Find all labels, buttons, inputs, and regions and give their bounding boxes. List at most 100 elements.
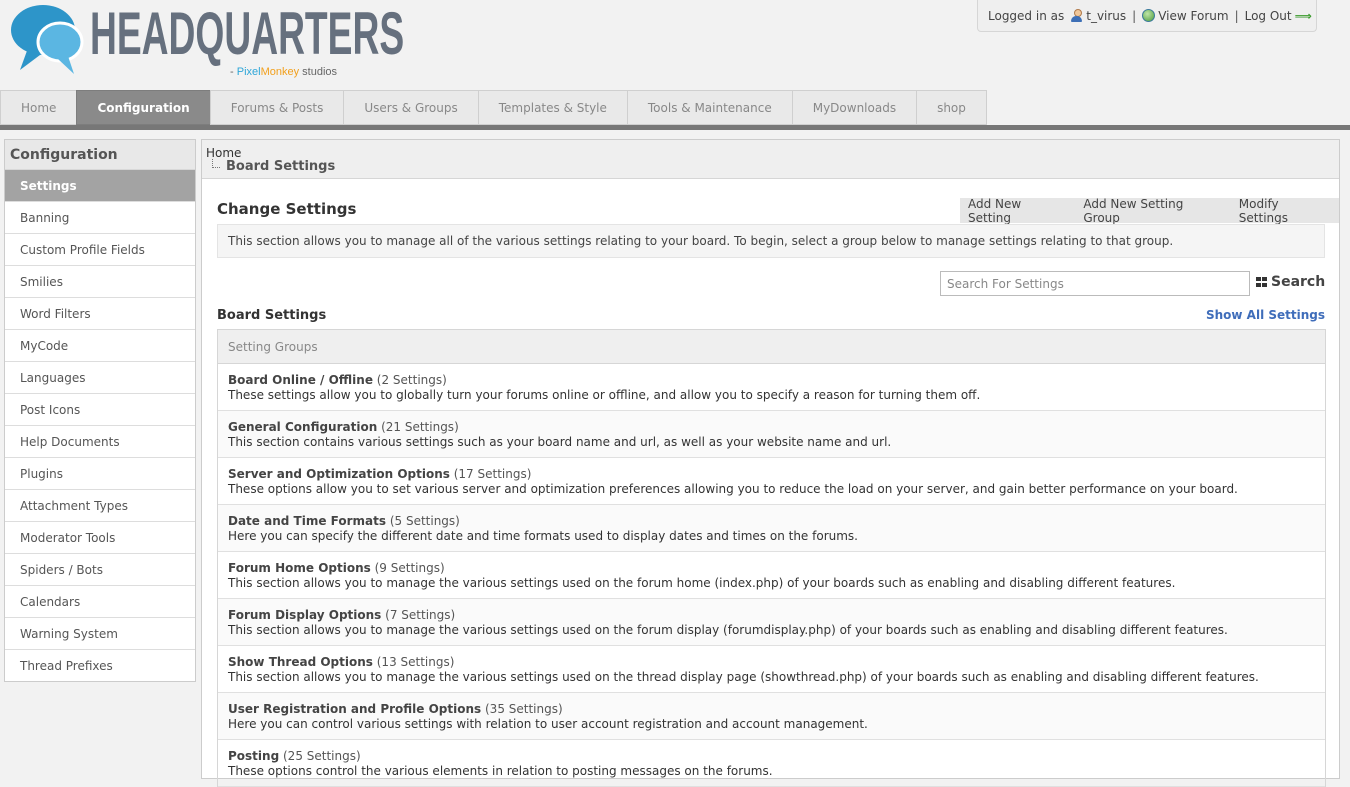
setting-group-link[interactable]: General Configuration xyxy=(228,420,377,434)
setting-group-row: User Registration and Profile Options (3… xyxy=(218,693,1325,740)
search-settings-input[interactable] xyxy=(940,271,1250,296)
setting-group-link[interactable]: Forum Display Options xyxy=(228,608,381,622)
setting-group-link[interactable]: Posting xyxy=(228,749,279,763)
log-out-label: Log Out xyxy=(1244,8,1292,23)
setting-groups-table: Setting Groups Board Online / Offline (2… xyxy=(217,329,1326,787)
tab-users-groups[interactable]: Users & Groups xyxy=(343,90,478,125)
page-title: Change Settings xyxy=(217,200,357,218)
setting-group-row: Server and Optimization Options (17 Sett… xyxy=(218,458,1325,505)
sidebar-item-help-documents[interactable]: Help Documents xyxy=(5,426,195,458)
setting-group-link[interactable]: Board Online / Offline xyxy=(228,373,373,387)
nav-divider xyxy=(0,125,1350,130)
tab-templates-style[interactable]: Templates & Style xyxy=(477,90,627,125)
setting-group-link[interactable]: Server and Optimization Options xyxy=(228,467,450,481)
setting-group-link[interactable]: Forum Home Options xyxy=(228,561,371,575)
tab-shop[interactable]: shop xyxy=(916,90,987,125)
tab-home[interactable]: Home xyxy=(0,90,77,125)
board-settings-title: Board Settings xyxy=(217,308,327,323)
setting-group-link[interactable]: User Registration and Profile Options xyxy=(228,702,481,716)
logo-subtitle: - PixelMonkey studios xyxy=(230,66,338,78)
sidebar-item-languages[interactable]: Languages xyxy=(5,362,195,394)
setting-group-description: This section allows you to manage the va… xyxy=(228,670,1259,684)
setting-group-description: This section contains various settings s… xyxy=(228,435,892,449)
sidebar-item-attachment-types[interactable]: Attachment Types xyxy=(5,490,195,522)
setting-groups-header: Setting Groups xyxy=(218,330,1325,364)
setting-group-description: These options control the various elemen… xyxy=(228,764,773,778)
arrow-right-icon: ⟹ xyxy=(1294,8,1312,23)
view-forum-link[interactable]: View Forum xyxy=(1142,8,1229,23)
setting-group-description: Here you can specify the different date … xyxy=(228,529,858,543)
setting-group-row: Date and Time Formats (5 Settings) Here … xyxy=(218,505,1325,552)
setting-group-count: (21 Settings) xyxy=(381,420,459,434)
user-icon xyxy=(1070,9,1083,22)
breadcrumb-home[interactable]: Home xyxy=(206,146,241,160)
sidebar-item-word-filters[interactable]: Word Filters xyxy=(5,298,195,330)
tab-tools-maintenance[interactable]: Tools & Maintenance xyxy=(626,90,792,125)
log-out-link[interactable]: Log Out ⟹ xyxy=(1245,9,1312,23)
view-forum-label: View Forum xyxy=(1158,8,1229,23)
sidebar-title: Configuration xyxy=(5,140,195,170)
sidebar-item-banning[interactable]: Banning xyxy=(5,202,195,234)
logo-text: HEADQUARTERS xyxy=(90,0,405,67)
setting-group-row: Forum Display Options (7 Settings) This … xyxy=(218,599,1325,646)
logged-in-label: Logged in as xyxy=(988,8,1065,23)
sidebar-item-warning-system[interactable]: Warning System xyxy=(5,618,195,650)
setting-group-link[interactable]: Show Thread Options xyxy=(228,655,373,669)
breadcrumb: Home Board Settings xyxy=(202,140,1339,179)
sidebar-item-smilies[interactable]: Smilies xyxy=(5,266,195,298)
search-button[interactable]: Search xyxy=(1256,274,1325,290)
sidebar-item-moderator-tools[interactable]: Moderator Tools xyxy=(5,522,195,554)
username: t_virus xyxy=(1086,8,1127,23)
breadcrumb-current: Board Settings xyxy=(226,159,336,174)
username-link[interactable]: t_virus xyxy=(1070,9,1126,23)
header: HEADQUARTERS - PixelMonkey studios Logge… xyxy=(0,0,1350,90)
sidebar-item-thread-prefixes[interactable]: Thread Prefixes xyxy=(5,650,195,682)
sidebar-item-custom-profile-fields[interactable]: Custom Profile Fields xyxy=(5,234,195,266)
setting-group-count: (17 Settings) xyxy=(453,467,532,481)
add-new-setting-group-button[interactable]: Add New Setting Group xyxy=(1075,197,1230,225)
setting-group-count: (35 Settings) xyxy=(485,702,563,716)
add-new-setting-button[interactable]: Add New Setting xyxy=(960,197,1075,225)
logo[interactable]: HEADQUARTERS - PixelMonkey studios xyxy=(10,0,404,82)
search-button-label: Search xyxy=(1271,274,1326,290)
modify-settings-button[interactable]: Modify Settings xyxy=(1231,197,1339,225)
setting-group-row: Board Online / Offline (2 Settings) Thes… xyxy=(218,364,1325,411)
user-bar: Logged in as t_virus | View Forum | Log … xyxy=(977,0,1317,32)
setting-group-count: (25 Settings) xyxy=(283,749,361,763)
setting-group-count: (2 Settings) xyxy=(376,373,447,387)
setting-group-count: (9 Settings) xyxy=(374,561,445,575)
tab-mydownloads[interactable]: MyDownloads xyxy=(791,90,917,125)
setting-group-row: Forum Home Options (9 Settings) This sec… xyxy=(218,552,1325,599)
setting-group-description: This section allows you to manage the va… xyxy=(228,623,1228,637)
sidebar-item-spiders-bots[interactable]: Spiders / Bots xyxy=(5,554,195,586)
setting-group-row: Posting (25 Settings) These options cont… xyxy=(218,740,1325,787)
main-nav: Home Configuration Forums & Posts Users … xyxy=(0,90,987,125)
search-grid-icon xyxy=(1256,276,1268,288)
setting-group-row: General Configuration (21 Settings) This… xyxy=(218,411,1325,458)
action-bar: Add New Setting Add New Setting Group Mo… xyxy=(960,197,1339,225)
setting-group-count: (5 Settings) xyxy=(389,514,460,528)
setting-group-description: These options allow you to set various s… xyxy=(228,482,1238,496)
sidebar-item-calendars[interactable]: Calendars xyxy=(5,586,195,618)
breadcrumb-tree-line xyxy=(212,159,220,168)
speech-bubbles-icon xyxy=(11,5,84,74)
sidebar-item-plugins[interactable]: Plugins xyxy=(5,458,195,490)
setting-group-description: Here you can control various settings wi… xyxy=(228,717,868,731)
tab-forums-posts[interactable]: Forums & Posts xyxy=(209,90,344,125)
separator: | xyxy=(1132,8,1137,23)
show-all-settings-link[interactable]: Show All Settings xyxy=(1206,308,1325,322)
tab-configuration[interactable]: Configuration xyxy=(76,90,210,125)
setting-group-row: Show Thread Options (13 Settings) This s… xyxy=(218,646,1325,693)
setting-group-description: These settings allow you to globally tur… xyxy=(228,388,981,402)
main-panel: Home Board Settings Change Settings Add … xyxy=(201,139,1340,787)
sidebar-item-settings[interactable]: Settings xyxy=(5,170,195,202)
sidebar-item-post-icons[interactable]: Post Icons xyxy=(5,394,195,426)
globe-icon xyxy=(1142,9,1156,22)
setting-group-count: (7 Settings) xyxy=(385,608,456,622)
intro-text: This section allows you to manage all of… xyxy=(217,224,1325,258)
sidebar-item-mycode[interactable]: MyCode xyxy=(5,330,195,362)
separator: | xyxy=(1234,8,1239,23)
setting-group-link[interactable]: Date and Time Formats xyxy=(228,514,386,528)
sidebar: Configuration Settings Banning Custom Pr… xyxy=(4,139,196,682)
setting-group-description: This section allows you to manage the va… xyxy=(228,576,1176,590)
